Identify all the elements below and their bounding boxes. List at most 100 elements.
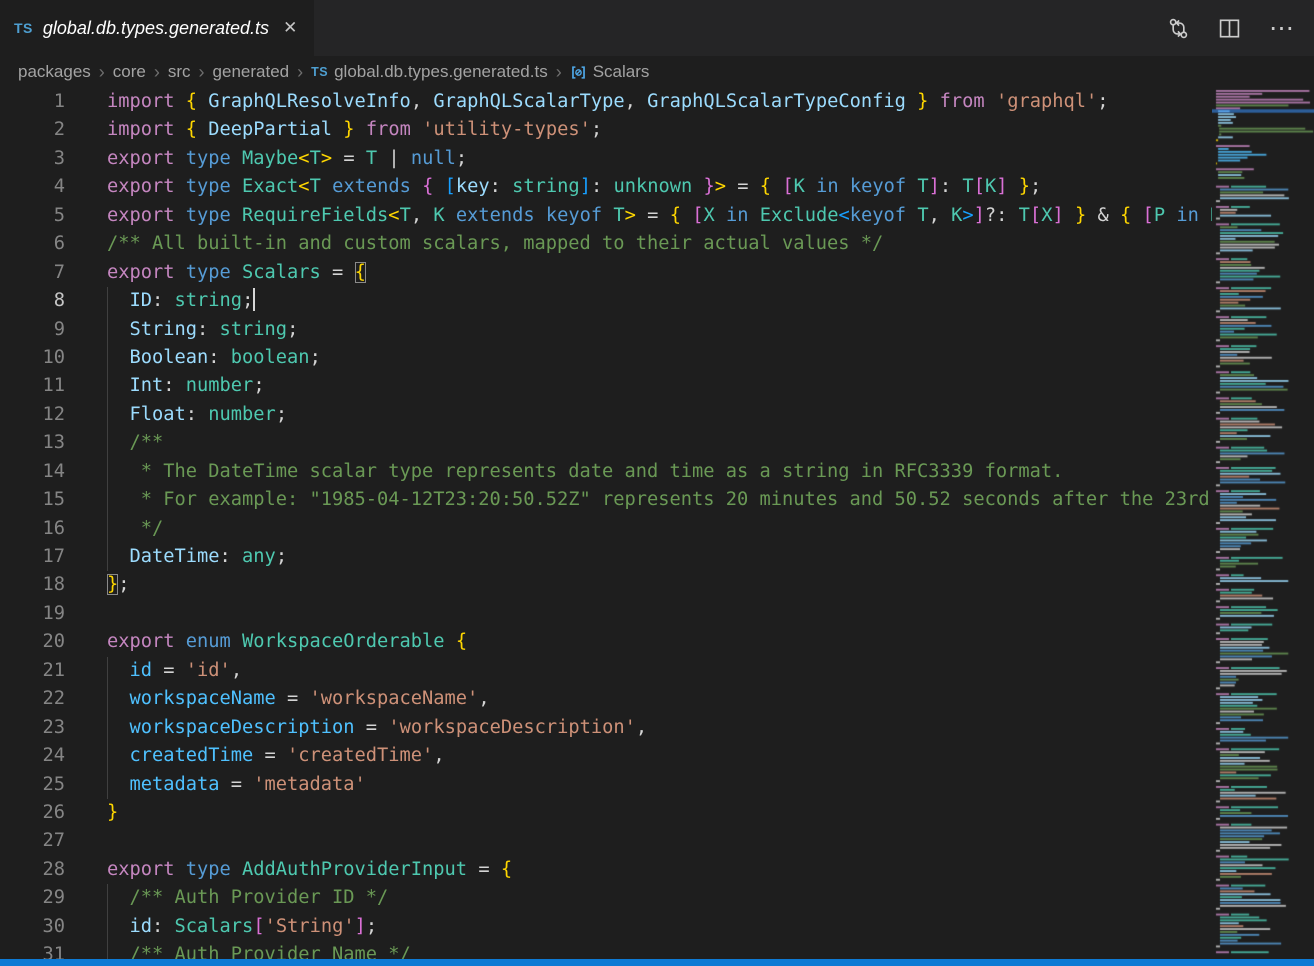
code-content[interactable]: Int: number; (107, 372, 1212, 400)
code-line[interactable]: 15 * For example: "1985-04-12T23:20:50.5… (0, 486, 1212, 514)
line-number[interactable]: 26 (0, 799, 65, 827)
code-content[interactable]: /** Auth Provider ID */ (107, 884, 1212, 912)
line-number[interactable]: 2 (0, 116, 65, 144)
breadcrumb-item-global-db-types-generated-ts[interactable]: TSglobal.db.types.generated.ts (311, 62, 548, 82)
line-number[interactable]: 21 (0, 657, 65, 685)
code-line[interactable]: 8 ID: string; (0, 287, 1212, 315)
code-line[interactable]: 26} (0, 799, 1212, 827)
line-number[interactable]: 28 (0, 856, 65, 884)
line-number[interactable]: 12 (0, 401, 65, 429)
code-content[interactable]: String: string; (107, 316, 1212, 344)
line-number[interactable]: 4 (0, 173, 65, 201)
code-line[interactable]: 13 /** (0, 429, 1212, 457)
code-content[interactable] (107, 827, 1212, 855)
code-content[interactable]: import { DeepPartial } from 'utility-typ… (107, 116, 1212, 144)
code-content[interactable]: DateTime: any; (107, 543, 1212, 571)
code-content[interactable]: metadata = 'metadata' (107, 771, 1212, 799)
code-content[interactable]: export enum WorkspaceOrderable { (107, 628, 1212, 656)
code-line[interactable]: 12 Float: number; (0, 401, 1212, 429)
line-number[interactable]: 7 (0, 259, 65, 287)
line-number[interactable]: 25 (0, 771, 65, 799)
line-number[interactable]: 10 (0, 344, 65, 372)
more-actions-icon[interactable]: ⋯ (1269, 23, 1294, 33)
code-content[interactable]: Boolean: boolean; (107, 344, 1212, 372)
status-bar[interactable] (0, 959, 1314, 966)
line-number[interactable]: 14 (0, 458, 65, 486)
line-number[interactable]: 1 (0, 88, 65, 116)
line-number[interactable]: 23 (0, 714, 65, 742)
code-line[interactable]: 29 /** Auth Provider ID */ (0, 884, 1212, 912)
line-number[interactable]: 15 (0, 486, 65, 514)
code-line[interactable]: 1 import { GraphQLResolveInfo, GraphQLSca… (0, 88, 1212, 116)
split-editor-icon[interactable] (1218, 17, 1241, 40)
line-number[interactable]: 3 (0, 145, 65, 173)
breadcrumb-item-scalars[interactable]: Scalars (570, 62, 650, 82)
code-line[interactable]: 22 workspaceName = 'workspaceName', (0, 685, 1212, 713)
code-content[interactable]: id: Scalars['String']; (107, 913, 1212, 941)
breadcrumb-item-generated[interactable]: generated (213, 62, 290, 82)
code-line[interactable]: 21 id = 'id', (0, 657, 1212, 685)
breadcrumb-item-packages[interactable]: packages (18, 62, 91, 82)
code-line[interactable]: 10 Boolean: boolean; (0, 344, 1212, 372)
code-content[interactable]: * The DateTime scalar type represents da… (107, 458, 1212, 486)
code-area[interactable]: 1 import { GraphQLResolveInfo, GraphQLSca… (0, 88, 1212, 959)
editor[interactable]: 1 import { GraphQLResolveInfo, GraphQLSca… (0, 88, 1314, 959)
code-content[interactable]: workspaceName = 'workspaceName', (107, 685, 1212, 713)
code-content[interactable]: workspaceDescription = 'workspaceDescrip… (107, 714, 1212, 742)
code-content[interactable]: export type RequireFields<T, K extends k… (107, 202, 1212, 230)
open-changes-icon[interactable] (1167, 17, 1190, 40)
code-line[interactable]: 11 Int: number; (0, 372, 1212, 400)
code-line[interactable]: 14 * The DateTime scalar type represents… (0, 458, 1212, 486)
code-line[interactable]: 19 (0, 600, 1212, 628)
line-number[interactable]: 30 (0, 913, 65, 941)
code-line[interactable]: 30 id: Scalars['String']; (0, 913, 1212, 941)
line-number[interactable]: 22 (0, 685, 65, 713)
code-content[interactable]: } (107, 799, 1212, 827)
code-content[interactable]: import { GraphQLResolveInfo, GraphQLScal… (107, 88, 1212, 116)
code-content[interactable]: /** (107, 429, 1212, 457)
code-line[interactable]: 16 */ (0, 515, 1212, 543)
code-line[interactable]: 20 export enum WorkspaceOrderable { (0, 628, 1212, 656)
line-number[interactable]: 18 (0, 571, 65, 599)
code-line[interactable]: 24 createdTime = 'createdTime', (0, 742, 1212, 770)
line-number[interactable]: 20 (0, 628, 65, 656)
close-tab-icon[interactable]: ✕ (279, 16, 301, 40)
line-number[interactable]: 29 (0, 884, 65, 912)
code-content[interactable]: /** All built-in and custom scalars, map… (107, 230, 1212, 258)
line-number[interactable]: 9 (0, 316, 65, 344)
code-content[interactable]: ID: string; (107, 287, 1212, 315)
code-line[interactable]: 18}; (0, 571, 1212, 599)
code-content[interactable]: export type Scalars = { (107, 259, 1212, 287)
tab-global-db-types-generated-ts[interactable]: TS global.db.types.generated.ts ✕ (0, 0, 314, 56)
line-number[interactable]: 11 (0, 372, 65, 400)
code-content[interactable]: export type Maybe<T> = T | null; (107, 145, 1212, 173)
code-content[interactable]: }; (107, 571, 1212, 599)
code-content[interactable]: * For example: "1985-04-12T23:20:50.52Z"… (107, 486, 1212, 514)
code-line[interactable]: 27 (0, 827, 1212, 855)
line-number[interactable]: 27 (0, 827, 65, 855)
code-line[interactable]: 23 workspaceDescription = 'workspaceDesc… (0, 714, 1212, 742)
line-number[interactable]: 13 (0, 429, 65, 457)
breadcrumb-item-core[interactable]: core (113, 62, 146, 82)
code-line[interactable]: 17 DateTime: any; (0, 543, 1212, 571)
code-content[interactable]: id = 'id', (107, 657, 1212, 685)
code-line[interactable]: 6 /** All built-in and custom scalars, ma… (0, 230, 1212, 258)
code-content[interactable]: /** Auth Provider Name */ (107, 941, 1212, 959)
code-line[interactable]: 31 /** Auth Provider Name */ (0, 941, 1212, 959)
line-number[interactable]: 8 (0, 287, 65, 315)
line-number[interactable]: 6 (0, 230, 65, 258)
line-number[interactable]: 16 (0, 515, 65, 543)
code-content[interactable] (107, 600, 1212, 628)
code-content[interactable]: export type AddAuthProviderInput = { (107, 856, 1212, 884)
code-line[interactable]: 4export type Exact<T extends { [key: str… (0, 173, 1212, 201)
line-number[interactable]: 17 (0, 543, 65, 571)
line-number[interactable]: 5 (0, 202, 65, 230)
code-line[interactable]: 28 export type AddAuthProviderInput = { (0, 856, 1212, 884)
minimap[interactable] (1212, 88, 1314, 959)
code-line[interactable]: 5 export type RequireFields<T, K extends … (0, 202, 1212, 230)
code-content[interactable]: createdTime = 'createdTime', (107, 742, 1212, 770)
line-number[interactable]: 31 (0, 941, 65, 959)
code-content[interactable]: */ (107, 515, 1212, 543)
code-line[interactable]: 25 metadata = 'metadata' (0, 771, 1212, 799)
code-content[interactable]: Float: number; (107, 401, 1212, 429)
